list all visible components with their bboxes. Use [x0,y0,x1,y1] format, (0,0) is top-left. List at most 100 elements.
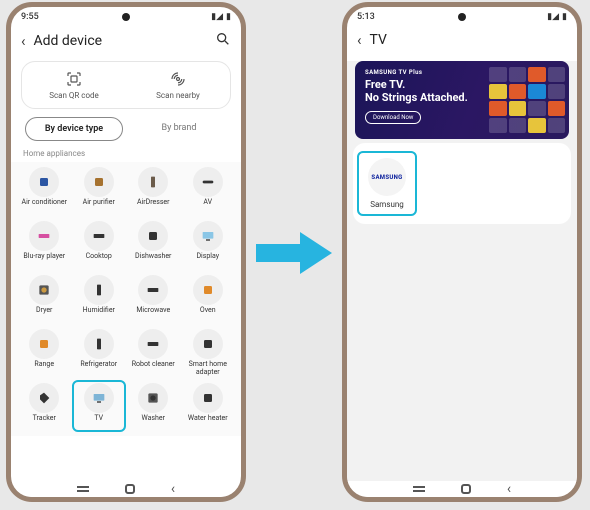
device-label: Smart home adapter [181,361,236,376]
device-label: Air purifier [83,199,115,214]
cooktop-icon [84,221,114,251]
section-home-appliances: Home appliances [11,149,241,162]
device-display[interactable]: Display [181,218,236,270]
nearby-icon [169,70,187,88]
scan-card: Scan QR code Scan nearby [21,61,231,109]
camera-cutout [122,13,130,21]
signal-icon: ▮◢ [547,12,559,22]
device-refrigerator[interactable]: Refrigerator [72,326,127,378]
tab-by-device-type[interactable]: By device type [25,117,123,141]
android-navbar: ‹ [347,481,577,497]
title-bar: ‹ Add device [11,25,241,59]
device-water-heater[interactable]: Water heater [181,380,236,432]
battery-icon: ▮ [562,12,567,22]
device-label: Oven [200,307,216,322]
tabs: By device type By brand [11,117,241,149]
device-label: Display [196,253,219,268]
arrow-icon [254,230,334,276]
device-label: Microwave [136,307,170,322]
tracker-icon [29,383,59,413]
range-icon [29,329,59,359]
search-icon[interactable] [215,31,231,51]
nav-back-icon[interactable]: ‹ [171,481,175,497]
device-grid: Air conditioner Air purifier AirDresser … [11,162,241,436]
status-time: 5:13 [357,12,375,22]
scan-qr-label: Scan QR code [49,91,99,100]
air-purifier-icon [84,167,114,197]
brand-label: Samsung [370,200,404,209]
av-icon [193,167,223,197]
air-conditioner-icon [29,167,59,197]
bluray-player-icon [29,221,59,251]
device-label: Washer [142,415,165,430]
nav-recent-icon[interactable] [77,486,89,492]
banner-cta-button[interactable]: Download Now [365,111,421,124]
nav-recent-icon[interactable] [413,486,425,492]
device-label: Range [34,361,54,376]
device-tracker[interactable]: Tracker [17,380,72,432]
status-time: 9:55 [21,12,39,22]
device-label: AV [203,199,212,214]
device-label: AirDresser [137,199,170,214]
water-heater-icon [193,383,223,413]
device-washer[interactable]: Washer [126,380,181,432]
tab-by-brand[interactable]: By brand [131,117,227,141]
device-smart-home-adapter[interactable]: Smart home adapter [181,326,236,378]
microwave-icon [138,275,168,305]
washer-icon [138,383,168,413]
robot-cleaner-icon [138,329,168,359]
scan-nearby-label: Scan nearby [156,91,200,100]
device-humidifier[interactable]: Humidifier [72,272,127,324]
device-label: Dishwasher [135,253,171,268]
device-label: Water heater [188,415,228,430]
nav-home-icon[interactable] [461,484,471,494]
android-navbar: ‹ [11,481,241,497]
samsung-logo: SAMSUNG [368,158,406,196]
device-dishwasher[interactable]: Dishwasher [126,218,181,270]
back-icon[interactable]: ‹ [21,32,26,50]
signal-icon: ▮◢ [211,12,223,22]
qr-icon [65,70,83,88]
back-icon[interactable]: ‹ [357,31,362,49]
nav-home-icon[interactable] [125,484,135,494]
scan-nearby-button[interactable]: Scan nearby [126,70,230,100]
device-label: Cooktop [86,253,112,268]
device-label: Blu-ray player [23,253,65,268]
device-label: Refrigerator [80,361,117,376]
page-title: TV [370,32,567,48]
battery-icon: ▮ [226,12,231,22]
device-microwave[interactable]: Microwave [126,272,181,324]
device-range[interactable]: Range [17,326,72,378]
refrigerator-icon [84,329,114,359]
phone-add-device: 9:55 ▮◢ ▮ ‹ Add device Scan QR code Scan… [6,2,246,502]
device-label: Tracker [33,415,56,430]
scan-qr-button[interactable]: Scan QR code [22,70,126,100]
tv-plus-banner[interactable]: SAMSUNG TV Plus Free TV. No Strings Atta… [355,61,569,139]
device-oven[interactable]: Oven [181,272,236,324]
phone-tv-brands: 5:13 ▮◢ ▮ ‹ TV SAMSUNG TV Plus Free TV. … [342,2,582,502]
device-label: Air conditioner [22,199,67,214]
humidifier-icon [84,275,114,305]
device-air-purifier[interactable]: Air purifier [72,164,127,216]
tv-icon [84,383,114,413]
device-av[interactable]: AV [181,164,236,216]
device-bluray-player[interactable]: Blu-ray player [17,218,72,270]
banner-thumbnails [489,67,565,133]
brand-samsung[interactable]: SAMSUNG Samsung [357,151,417,216]
device-label: Dryer [36,307,52,322]
device-tv[interactable]: TV [72,380,127,432]
device-airdresser[interactable]: AirDresser [126,164,181,216]
display-icon [193,221,223,251]
device-label: TV [94,415,103,430]
device-robot-cleaner[interactable]: Robot cleaner [126,326,181,378]
brand-list: SAMSUNG Samsung [353,143,571,224]
device-cooktop[interactable]: Cooktop [72,218,127,270]
nav-back-icon[interactable]: ‹ [507,481,511,497]
smart-home-adapter-icon [193,329,223,359]
device-label: Humidifier [83,307,115,322]
airdresser-icon [138,167,168,197]
dishwasher-icon [138,221,168,251]
camera-cutout [458,13,466,21]
device-air-conditioner[interactable]: Air conditioner [17,164,72,216]
device-dryer[interactable]: Dryer [17,272,72,324]
